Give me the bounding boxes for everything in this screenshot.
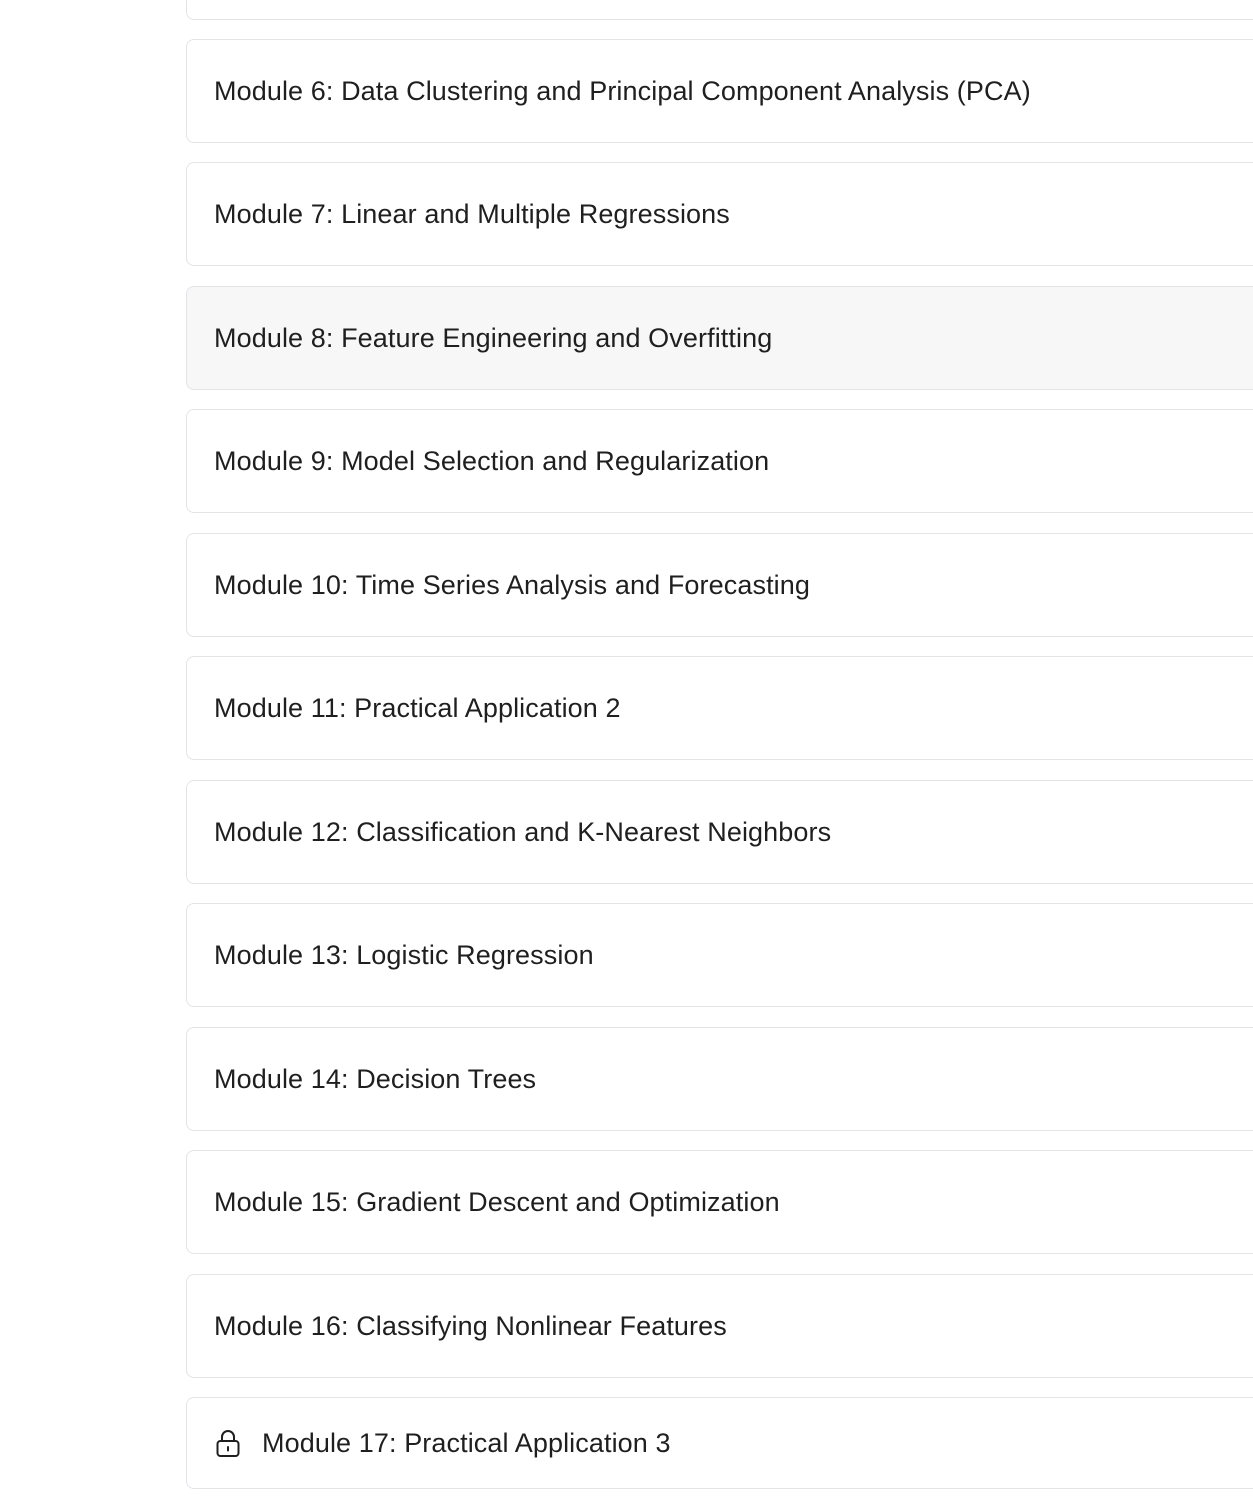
module-item-7[interactable]: Module 7: Linear and Multiple Regression… bbox=[186, 162, 1253, 266]
module-item-8[interactable]: Module 8: Feature Engineering and Overfi… bbox=[186, 286, 1253, 390]
module-title: Module 17: Practical Application 3 bbox=[262, 1427, 671, 1458]
module-item-17[interactable]: Module 17: Practical Application 3 bbox=[186, 1397, 1253, 1489]
module-title: Module 9: Model Selection and Regulariza… bbox=[214, 445, 770, 476]
module-title: Module 14: Decision Trees bbox=[214, 1063, 537, 1094]
lock-icon bbox=[214, 1428, 242, 1458]
module-item-14[interactable]: Module 14: Decision Trees bbox=[186, 1027, 1253, 1131]
module-item-12[interactable]: Module 12: Classification and K-Nearest … bbox=[186, 780, 1253, 884]
module-title: Module 11: Practical Application 2 bbox=[214, 692, 621, 723]
module-title: Module 8: Feature Engineering and Overfi… bbox=[214, 322, 773, 353]
module-title: Module 16: Classifying Nonlinear Feature… bbox=[214, 1310, 727, 1341]
module-title: Module 6: Data Clustering and Principal … bbox=[214, 75, 1031, 106]
module-title: Module 15: Gradient Descent and Optimiza… bbox=[214, 1186, 780, 1217]
module-title: Module 13: Logistic Regression bbox=[214, 939, 594, 970]
module-item-9[interactable]: Module 9: Model Selection and Regulariza… bbox=[186, 409, 1253, 513]
module-item-10[interactable]: Module 10: Time Series Analysis and Fore… bbox=[186, 533, 1253, 637]
module-item-5[interactable] bbox=[186, 0, 1253, 20]
module-title: Module 10: Time Series Analysis and Fore… bbox=[214, 569, 810, 600]
module-title: Module 7: Linear and Multiple Regression… bbox=[214, 198, 730, 229]
module-item-15[interactable]: Module 15: Gradient Descent and Optimiza… bbox=[186, 1150, 1253, 1254]
module-title: Module 12: Classification and K-Nearest … bbox=[214, 816, 832, 847]
module-item-11[interactable]: Module 11: Practical Application 2 bbox=[186, 656, 1253, 760]
module-item-6[interactable]: Module 6: Data Clustering and Principal … bbox=[186, 39, 1253, 143]
module-item-16[interactable]: Module 16: Classifying Nonlinear Feature… bbox=[186, 1274, 1253, 1378]
module-item-13[interactable]: Module 13: Logistic Regression bbox=[186, 903, 1253, 1007]
